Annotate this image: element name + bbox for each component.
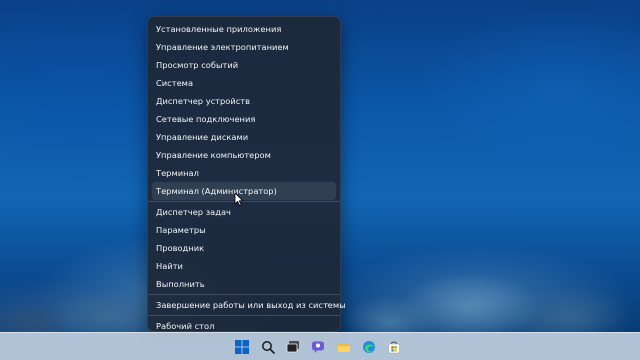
microsoft-store-icon[interactable] bbox=[385, 338, 403, 356]
menu-item-label: Система bbox=[156, 78, 194, 88]
menu-item-label: Терминал (Администратор) bbox=[156, 186, 277, 196]
menu-item-label: Диспетчер задач bbox=[156, 207, 231, 217]
menu-separator bbox=[148, 294, 340, 295]
menu-separator bbox=[148, 201, 340, 202]
menu-item-label: Управление электропитанием bbox=[156, 42, 289, 52]
chat-icon[interactable] bbox=[309, 338, 327, 356]
menu-item-installed-apps[interactable]: Установленные приложения bbox=[152, 20, 336, 38]
menu-item-label: Найти bbox=[156, 261, 183, 271]
menu-item-label: Просмотр событий bbox=[156, 60, 239, 70]
taskbar bbox=[0, 332, 640, 360]
menu-item-device-manager[interactable]: Диспетчер устройств bbox=[152, 92, 336, 110]
menu-item-label: Диспетчер устройств bbox=[156, 96, 251, 106]
menu-item-event-viewer[interactable]: Просмотр событий bbox=[152, 56, 336, 74]
menu-item-shutdown-signout[interactable]: Завершение работы или выход из системы › bbox=[152, 296, 346, 314]
menu-item-label: Терминал bbox=[156, 168, 199, 178]
menu-item-computer-management[interactable]: Управление компьютером bbox=[152, 146, 336, 164]
menu-item-terminal[interactable]: Терминал bbox=[152, 164, 336, 182]
windows-start-icon[interactable] bbox=[233, 338, 251, 356]
menu-item-disk-management[interactable]: Управление дисками bbox=[152, 128, 336, 146]
menu-separator bbox=[148, 315, 340, 316]
menu-item-label: Управление дисками bbox=[156, 132, 249, 142]
menu-item-label: Завершение работы или выход из системы bbox=[156, 300, 346, 310]
menu-item-label: Управление компьютером bbox=[156, 150, 271, 160]
task-view-icon[interactable] bbox=[284, 338, 302, 356]
edge-browser-icon[interactable] bbox=[360, 338, 378, 356]
menu-item-settings[interactable]: Параметры bbox=[152, 221, 336, 239]
menu-item-terminal-admin[interactable]: Терминал (Администратор) bbox=[152, 182, 336, 200]
search-icon[interactable] bbox=[259, 338, 277, 356]
menu-item-label: Выполнить bbox=[156, 279, 205, 289]
menu-item-network-connections[interactable]: Сетевые подключения bbox=[152, 110, 336, 128]
menu-item-label: Сетевые подключения bbox=[156, 114, 256, 124]
menu-item-file-explorer[interactable]: Проводник bbox=[152, 239, 336, 257]
menu-item-system[interactable]: Система bbox=[152, 74, 336, 92]
menu-item-label: Рабочий стол bbox=[156, 321, 215, 331]
menu-item-run[interactable]: Выполнить bbox=[152, 275, 336, 293]
menu-item-label: Установленные приложения bbox=[156, 24, 282, 34]
file-explorer-icon[interactable] bbox=[335, 338, 353, 356]
mouse-cursor-icon bbox=[234, 192, 244, 206]
menu-item-task-manager[interactable]: Диспетчер задач bbox=[152, 203, 336, 221]
winx-context-menu: Установленные приложения Управление элек… bbox=[147, 16, 346, 332]
chevron-right-icon: › bbox=[326, 300, 330, 309]
menu-item-label: Параметры bbox=[156, 225, 206, 235]
menu-item-power-options[interactable]: Управление электропитанием bbox=[152, 38, 336, 56]
menu-item-label: Проводник bbox=[156, 243, 205, 253]
menu-item-search[interactable]: Найти bbox=[152, 257, 336, 275]
